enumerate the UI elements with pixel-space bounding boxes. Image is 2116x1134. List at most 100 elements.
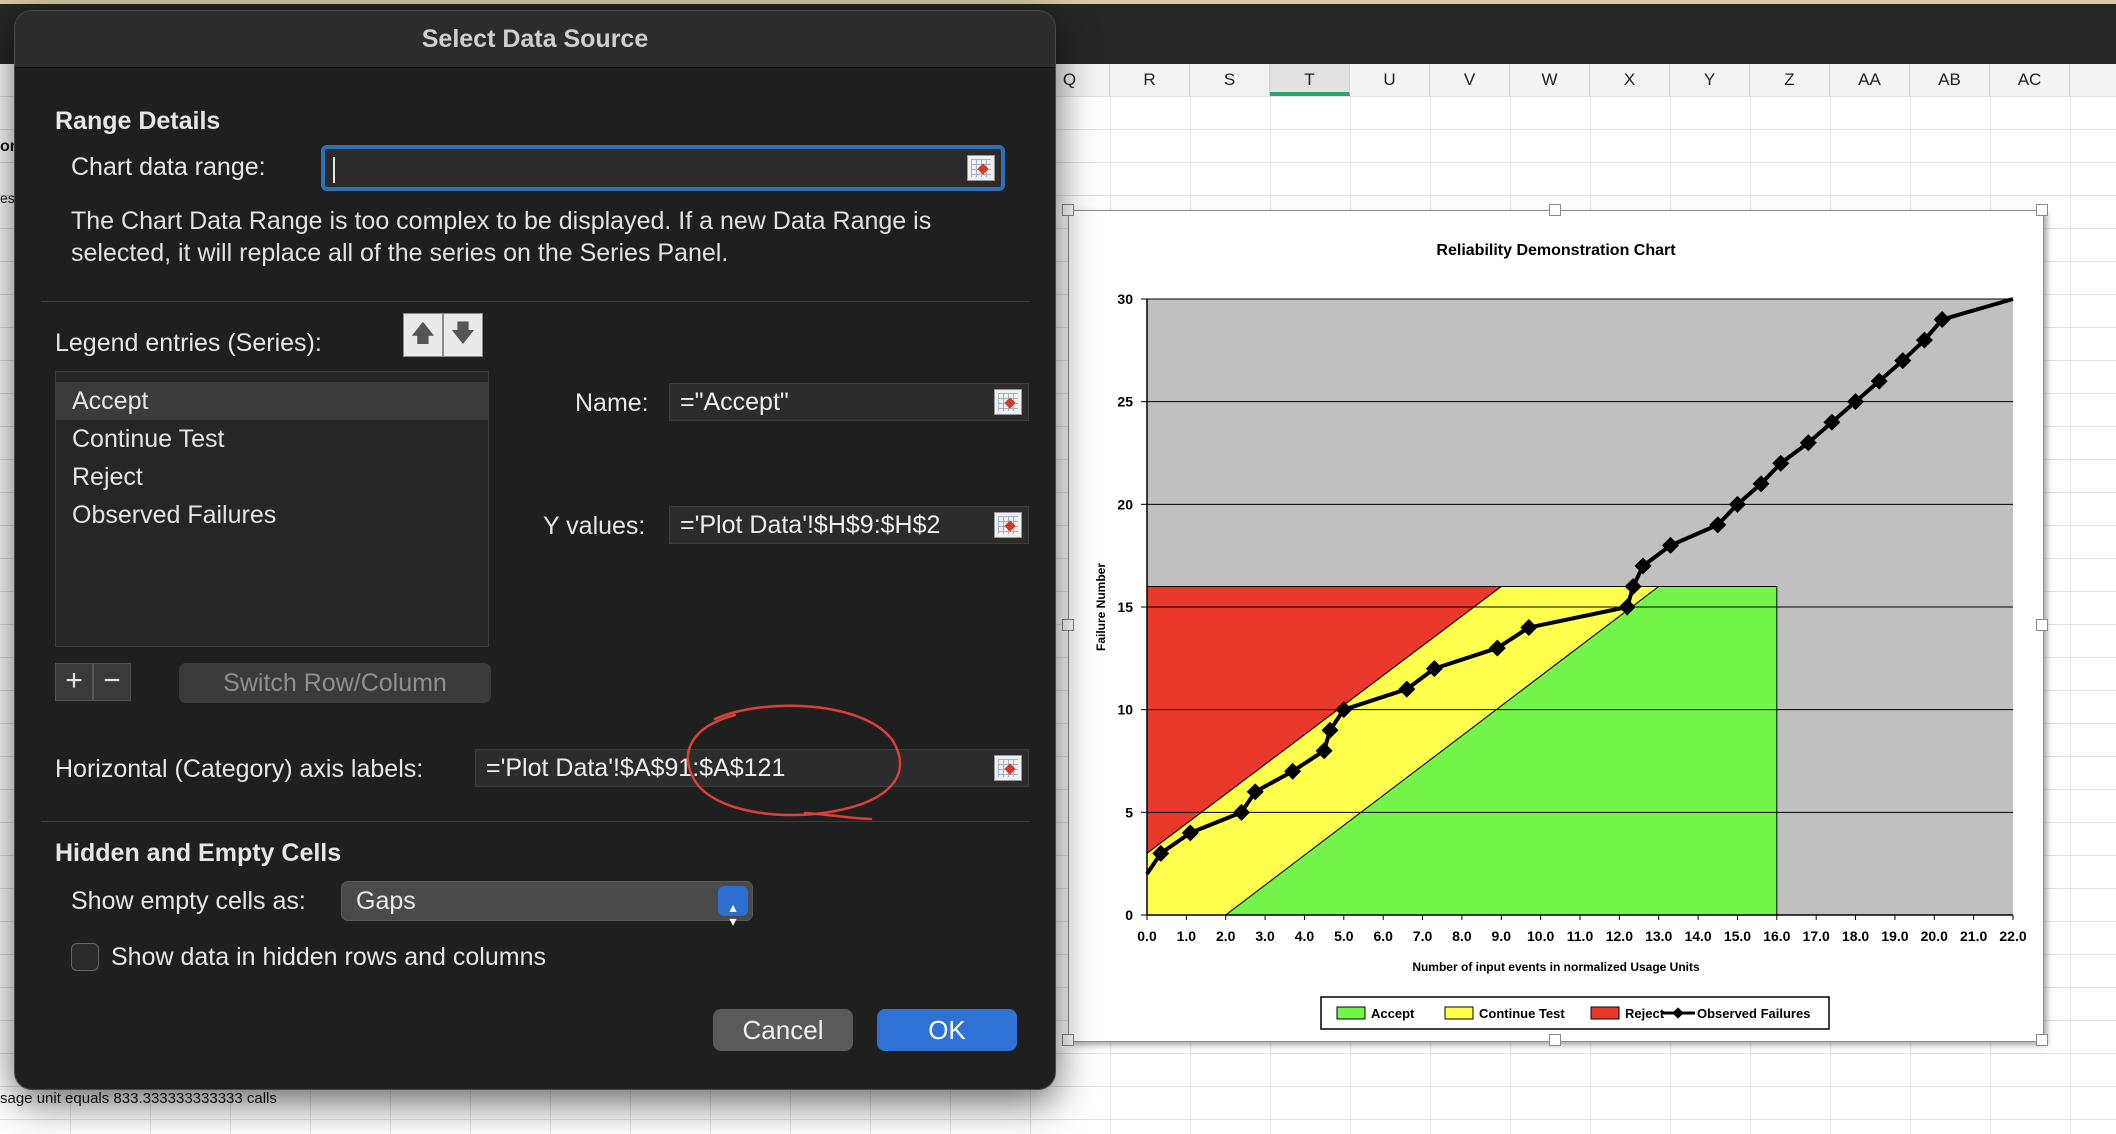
resize-handle[interactable] <box>2036 1034 2048 1046</box>
series-name-label: Name: <box>575 389 649 417</box>
range-picker-icon[interactable] <box>967 155 995 181</box>
chevron-updown-icon: ▴ ▾ <box>718 886 748 928</box>
column-header-ac[interactable]: AC <box>1990 64 2070 96</box>
resize-handle[interactable] <box>1062 619 1074 631</box>
x-tick-label: 19.0 <box>1881 928 1908 944</box>
y-tick-label: 5 <box>1125 804 1133 820</box>
x-axis-label: Number of input events in normalized Usa… <box>1412 960 1700 974</box>
axis-labels-label: Horizontal (Category) axis labels: <box>55 755 424 783</box>
x-tick-label: 2.0 <box>1216 928 1236 944</box>
chart-title: Reliability Demonstration Chart <box>1436 242 1676 259</box>
x-tick-label: 15.0 <box>1724 928 1751 944</box>
resize-handle[interactable] <box>1062 1034 1074 1046</box>
series-list[interactable]: Accept Continue Test Reject Observed Fai… <box>55 371 489 647</box>
y-tick-label: 25 <box>1117 394 1133 410</box>
resize-handle[interactable] <box>1549 1034 1561 1046</box>
series-item-observed-failures[interactable]: Observed Failures <box>56 496 488 534</box>
x-tick-label: 20.0 <box>1921 928 1948 944</box>
legend-swatch-accept <box>1336 1006 1366 1020</box>
x-tick-label: 16.0 <box>1763 928 1790 944</box>
series-name-input[interactable]: ="Accept" <box>669 383 1029 421</box>
resize-handle[interactable] <box>2036 619 2048 631</box>
reliability-chart: Reliability Demonstration Chart 0 5 10 15 20 2… <box>1094 242 2027 1030</box>
x-tick-label: 22.0 <box>1999 928 2026 944</box>
show-hidden-checkbox[interactable] <box>71 943 99 971</box>
text-caret <box>333 157 335 183</box>
x-tick-label: 18.0 <box>1842 928 1869 944</box>
show-hidden-label: Show data in hidden rows and columns <box>111 943 546 971</box>
divider <box>41 301 1029 302</box>
column-header-v[interactable]: V <box>1430 64 1510 96</box>
resize-handle[interactable] <box>1062 204 1074 216</box>
y-tick-label: 20 <box>1117 496 1133 512</box>
column-header-u[interactable]: U <box>1350 64 1430 96</box>
column-header-y[interactable]: Y <box>1670 64 1750 96</box>
x-tick-label: 6.0 <box>1373 928 1393 944</box>
add-series-button[interactable]: + <box>55 663 93 701</box>
move-up-button[interactable]: 🡅 <box>403 313 443 357</box>
ok-button[interactable]: OK <box>877 1009 1017 1051</box>
resize-handle[interactable] <box>2036 204 2048 216</box>
chart-data-range-input[interactable] <box>321 145 1005 191</box>
move-down-button[interactable]: 🡇 <box>443 313 483 357</box>
show-empty-select[interactable]: Gaps ▴ ▾ <box>341 881 753 928</box>
column-header-t[interactable]: T <box>1270 64 1350 96</box>
arrow-up-icon: 🡅 <box>410 320 436 347</box>
select-data-source-dialog: Select Data Source Range Details Chart d… <box>14 10 1056 1090</box>
range-picker-icon[interactable] <box>994 512 1022 538</box>
range-complexity-note: The Chart Data Range is too complex to b… <box>71 207 932 267</box>
show-empty-label: Show empty cells as: <box>71 887 306 915</box>
y-axis-label: Failure Number <box>1094 563 1108 651</box>
x-tick-label: 10.0 <box>1527 928 1554 944</box>
legend-swatch-reject <box>1590 1006 1620 1020</box>
y-values-label: Y values: <box>543 512 646 540</box>
chart-data-range-label: Chart data range: <box>71 153 266 181</box>
range-details-heading: Range Details <box>55 107 221 135</box>
x-tick-label: 0.0 <box>1137 928 1157 944</box>
range-picker-icon[interactable] <box>994 389 1022 415</box>
x-tick-label: 11.0 <box>1567 928 1594 944</box>
legend-label: Continue Test <box>1479 1006 1565 1021</box>
show-empty-value: Gaps <box>356 887 416 915</box>
x-tick-label: 8.0 <box>1452 928 1472 944</box>
x-tick-label: 21.0 <box>1960 928 1987 944</box>
legend-label: Accept <box>1371 1006 1415 1021</box>
series-item-continue-test[interactable]: Continue Test <box>56 420 488 458</box>
column-header-ab[interactable]: AB <box>1910 64 1990 96</box>
remove-series-button[interactable]: − <box>93 663 131 701</box>
x-tick-label: 5.0 <box>1334 928 1354 944</box>
x-tick-label: 3.0 <box>1255 928 1275 944</box>
x-tick-label: 9.0 <box>1492 928 1512 944</box>
column-header-aa[interactable]: AA <box>1830 64 1910 96</box>
y-tick-label: 10 <box>1117 702 1133 718</box>
chart-object[interactable]: Reliability Demonstration Chart 0 5 10 15 20 2… <box>1068 210 2044 1042</box>
resize-handle[interactable] <box>1549 204 1561 216</box>
dialog-title: Select Data Source <box>421 25 649 53</box>
legend-label: Observed Failures <box>1697 1006 1810 1021</box>
cell-text-fragment: es <box>0 190 15 206</box>
cell-note: sage unit equals 833.333333333333 calls <box>0 1090 277 1107</box>
switch-row-column-button[interactable]: Switch Row/Column <box>179 663 491 703</box>
x-tick-label: 1.0 <box>1177 928 1197 944</box>
y-values-input[interactable]: ='Plot Data'!$H$9:$H$2 <box>669 506 1029 544</box>
column-header-s[interactable]: S <box>1190 64 1270 96</box>
x-tick-label: 7.0 <box>1413 928 1433 944</box>
column-header-z[interactable]: Z <box>1750 64 1830 96</box>
range-picker-icon[interactable] <box>994 755 1022 781</box>
column-header-w[interactable]: W <box>1510 64 1590 96</box>
series-name-value: ="Accept" <box>680 388 789 416</box>
x-tick-label: 14.0 <box>1684 928 1711 944</box>
cancel-button[interactable]: Cancel <box>713 1009 853 1051</box>
column-header-r[interactable]: R <box>1110 64 1190 96</box>
x-tick-label: 4.0 <box>1295 928 1315 944</box>
arrow-down-icon: 🡇 <box>450 320 476 347</box>
series-item-reject[interactable]: Reject <box>56 458 488 496</box>
legend-swatch-continue-test <box>1444 1006 1474 1020</box>
x-tick-label: 12.0 <box>1606 928 1633 944</box>
column-header-x[interactable]: X <box>1590 64 1670 96</box>
dialog-titlebar[interactable]: Select Data Source <box>15 11 1055 68</box>
y-tick-label: 15 <box>1117 599 1133 615</box>
hidden-empty-heading: Hidden and Empty Cells <box>55 839 342 867</box>
series-item-accept[interactable]: Accept <box>56 382 488 420</box>
y-tick-label: 30 <box>1117 291 1133 307</box>
